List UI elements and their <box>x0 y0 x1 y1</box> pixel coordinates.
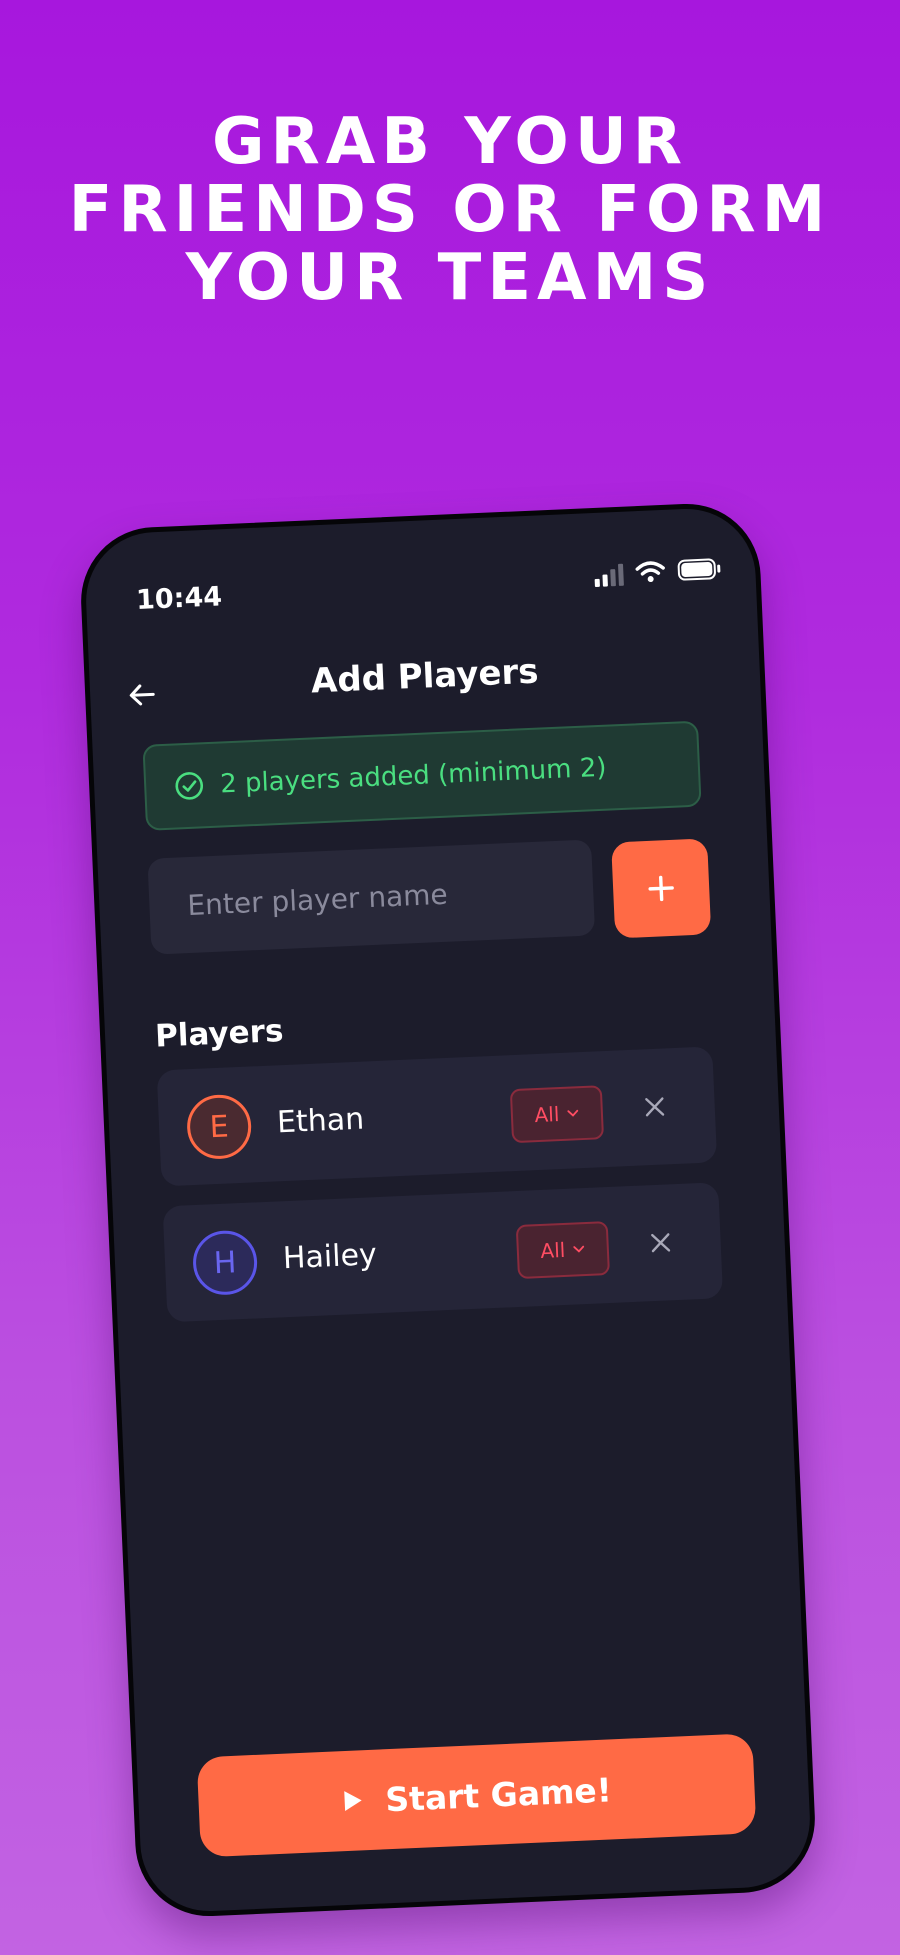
close-icon <box>645 1097 665 1117</box>
remove-player-button[interactable] <box>638 1220 684 1266</box>
phone-screen: 10:44 Add Players 2 players added (minim… <box>78 500 818 1920</box>
player-name: Ethan <box>276 1101 365 1141</box>
start-game-label: Start Game! <box>384 1769 613 1819</box>
players-added-banner: 2 players added (minimum 2) <box>142 720 702 831</box>
player-row-ethan: E Ethan All <box>156 1046 718 1187</box>
play-icon <box>343 1791 362 1812</box>
add-player-button[interactable] <box>611 838 712 939</box>
status-icons <box>594 557 722 589</box>
headline-line-1: GRAB YOUR <box>211 105 689 179</box>
player-name: Hailey <box>282 1237 378 1277</box>
player-avatar: H <box>191 1229 259 1297</box>
team-select[interactable]: All <box>509 1085 605 1144</box>
wifi-icon <box>635 560 666 587</box>
player-name-input[interactable] <box>147 839 596 955</box>
check-circle-icon <box>175 772 204 800</box>
player-row-hailey: H Hailey All <box>162 1182 724 1323</box>
close-icon <box>651 1233 671 1253</box>
chevron-down-icon <box>573 1245 585 1253</box>
status-time: 10:44 <box>135 581 223 617</box>
team-select-value: All <box>534 1102 560 1128</box>
chevron-down-icon <box>567 1109 579 1117</box>
cellular-signal-icon <box>594 563 624 587</box>
avatar-initial: E <box>208 1109 230 1145</box>
battery-icon <box>677 557 722 585</box>
phone-mockup: 10:44 Add Players 2 players added (minim… <box>78 500 818 1920</box>
page-title: Add Players <box>310 651 540 702</box>
start-game-button[interactable]: Start Game! <box>196 1733 757 1858</box>
headline-line-2: FRIENDS OR FORM <box>68 173 832 247</box>
remove-player-button[interactable] <box>632 1084 678 1130</box>
avatar-initial: H <box>213 1244 238 1281</box>
players-section-title: Players <box>154 1013 285 1055</box>
team-select-value: All <box>539 1237 566 1263</box>
player-avatar: E <box>185 1093 253 1161</box>
headline-line-3: YOUR TEAMS <box>185 241 715 315</box>
plus-icon <box>648 875 674 902</box>
team-select[interactable]: All <box>515 1221 610 1280</box>
promo-headline: GRAB YOUR FRIENDS OR FORM YOUR TEAMS <box>0 108 900 312</box>
banner-text: 2 players added (minimum 2) <box>219 752 608 800</box>
